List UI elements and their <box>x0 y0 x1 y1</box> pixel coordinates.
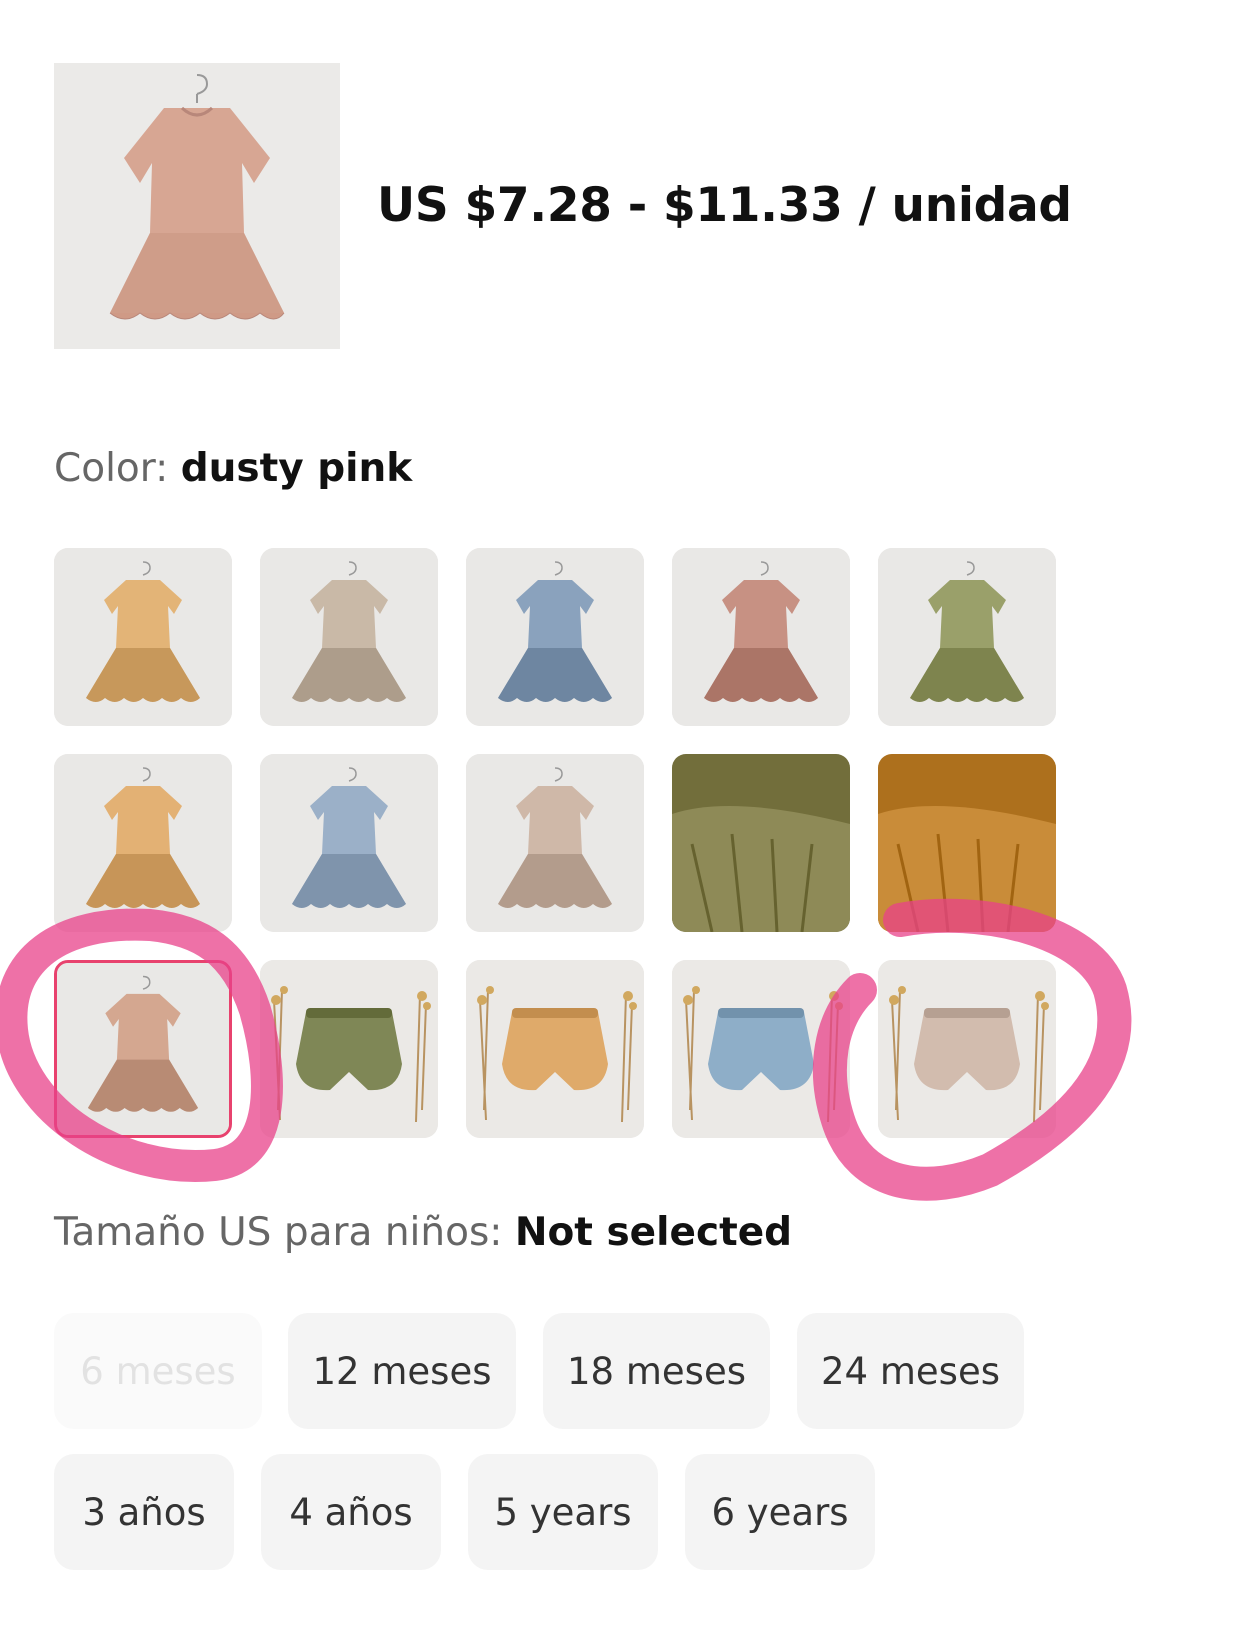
price-range: US $7.28 - $11.33 / unidad <box>377 178 1072 233</box>
color-swatch-11[interactable] <box>54 960 232 1138</box>
dress-illustration <box>54 63 340 349</box>
color-swatch-1[interactable] <box>54 548 232 726</box>
size-option-4-anos[interactable]: 4 años <box>261 1454 441 1570</box>
swatch-image <box>260 548 438 726</box>
size-attribute-label: Tamaño US para niños: Not selected <box>54 1210 792 1255</box>
swatch-image <box>878 548 1056 726</box>
color-swatch-4[interactable] <box>672 548 850 726</box>
size-option-18-meses[interactable]: 18 meses <box>543 1313 770 1429</box>
color-swatch-8[interactable] <box>466 754 644 932</box>
size-label: Tamaño US para niños: <box>54 1210 503 1255</box>
size-option-6-years[interactable]: 6 years <box>685 1454 875 1570</box>
size-option-24-meses[interactable]: 24 meses <box>797 1313 1024 1429</box>
swatch-image <box>260 960 438 1138</box>
color-swatch-14[interactable] <box>672 960 850 1138</box>
main-product-image[interactable] <box>54 63 340 349</box>
color-swatch-5[interactable] <box>878 548 1056 726</box>
color-label: Color: <box>54 446 169 491</box>
color-swatch-7[interactable] <box>260 754 438 932</box>
swatch-image <box>260 754 438 932</box>
color-swatch-13[interactable] <box>466 960 644 1138</box>
color-swatch-6[interactable] <box>54 754 232 932</box>
color-swatch-10[interactable] <box>878 754 1056 932</box>
size-option-12-meses[interactable]: 12 meses <box>288 1313 516 1429</box>
color-swatch-15[interactable] <box>878 960 1056 1138</box>
swatch-image <box>672 548 850 726</box>
color-swatch-12[interactable] <box>260 960 438 1138</box>
color-swatch-3[interactable] <box>466 548 644 726</box>
size-option-3-anos[interactable]: 3 años <box>54 1454 234 1570</box>
swatch-image <box>466 754 644 932</box>
swatch-image <box>672 960 850 1138</box>
swatch-image <box>466 960 644 1138</box>
swatch-image <box>672 754 850 932</box>
size-option-5-years[interactable]: 5 years <box>468 1454 658 1570</box>
selected-color: dusty pink <box>180 446 413 491</box>
swatch-image <box>878 754 1056 932</box>
size-option-6-meses[interactable]: 6 meses <box>54 1313 262 1429</box>
swatch-image <box>878 960 1056 1138</box>
swatch-image <box>54 548 232 726</box>
color-swatch-9[interactable] <box>672 754 850 932</box>
selected-size: Not selected <box>514 1210 793 1255</box>
color-swatch-2[interactable] <box>260 548 438 726</box>
swatch-image <box>57 963 229 1135</box>
swatch-image <box>54 754 232 932</box>
color-attribute-label: Color: dusty pink <box>54 446 412 491</box>
swatch-image <box>466 548 644 726</box>
